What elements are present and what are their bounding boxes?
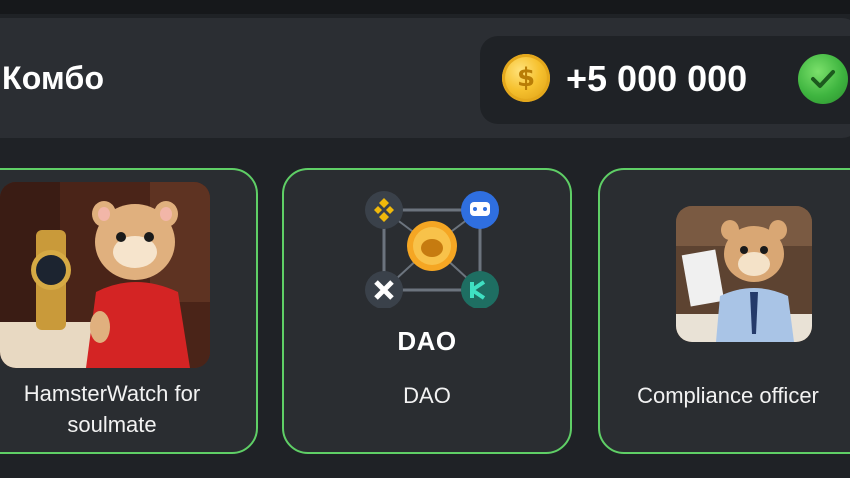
combo-title: Комбо [2, 60, 105, 96]
card-label: HamsterWatch for soulmate [23, 381, 201, 437]
card-label: Compliance officer [637, 383, 819, 408]
hamsterwatch-image [0, 182, 210, 368]
check-icon [798, 54, 848, 104]
top-strip [0, 0, 850, 14]
combo-card-hamsterwatch[interactable]: HamsterWatch for soulmate [0, 168, 258, 454]
coin-icon [502, 54, 550, 102]
combo-card-dao[interactable]: DAO DAO [282, 168, 572, 454]
combo-reward-amount: +5 000 000 [566, 58, 748, 99]
compliance-officer-image [676, 206, 812, 342]
card-label: DAO [403, 383, 451, 408]
dao-network-icon [365, 191, 499, 308]
combo-card-compliance-officer[interactable]: Compliance officer [598, 168, 850, 454]
dao-image-caption: DAO [397, 326, 457, 356]
